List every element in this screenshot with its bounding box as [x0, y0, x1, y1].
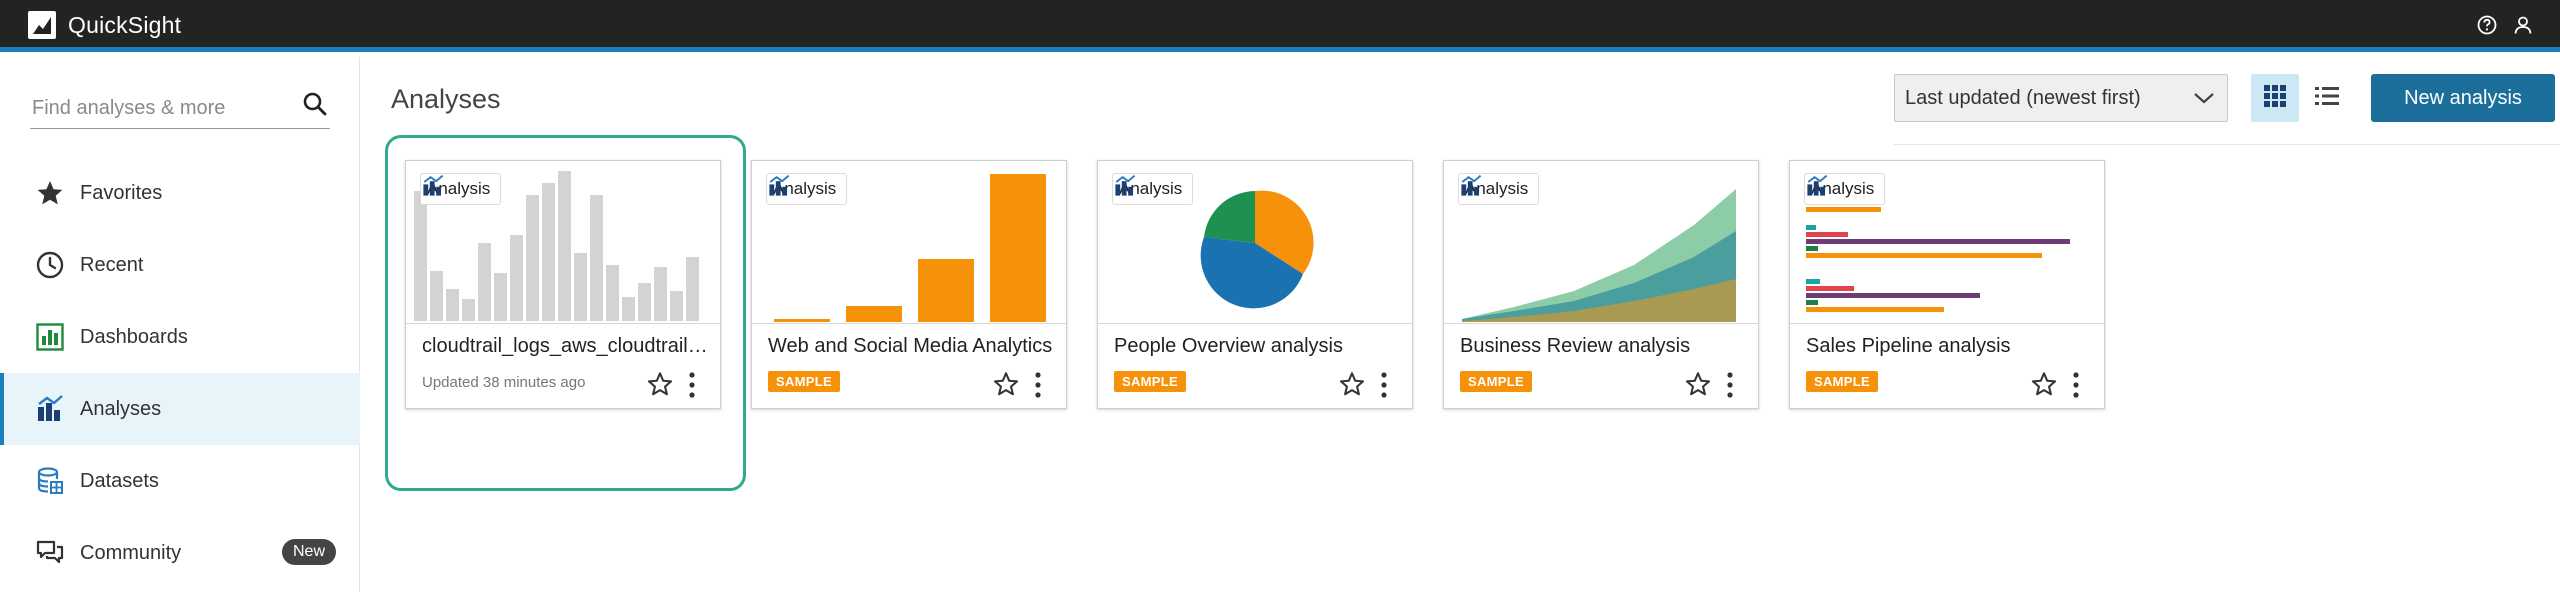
sidebar-item-label: Recent: [80, 253, 144, 276]
topbar-icons: [2476, 14, 2534, 36]
dashboard-icon: [34, 321, 66, 353]
main-content: Analyses Last updated (newest first) New…: [361, 57, 2560, 592]
sidebar: Favorites Recent Dashboards Analyses Dat…: [0, 57, 360, 592]
sample-badge: SAMPLE: [768, 371, 840, 392]
sidebar-item-label: Analyses: [80, 397, 162, 420]
analysis-icon: [1115, 174, 1136, 196]
card-thumbnail[interactable]: Analysis: [752, 161, 1066, 324]
favorite-star-icon[interactable]: [992, 370, 1020, 398]
more-options-icon[interactable]: [2068, 370, 2084, 400]
analysis-icon: [1807, 174, 1828, 196]
more-options-icon[interactable]: [1376, 370, 1392, 400]
new-badge: New: [281, 539, 336, 565]
analysis-icon: [1461, 174, 1482, 196]
sidebar-item-favorites[interactable]: Favorites: [0, 157, 360, 229]
card-title[interactable]: Web and Social Media Analytics: [768, 335, 1054, 358]
star-icon: [34, 177, 66, 209]
sidebar-item-label: Datasets: [80, 469, 159, 492]
clock-icon: [34, 249, 66, 281]
quicksight-logo-icon[interactable]: [28, 11, 56, 39]
grid-view-button[interactable]: [2251, 74, 2299, 122]
analysis-card[interactable]: Analysis Business Review analysis SAMPLE: [1443, 160, 1759, 409]
page-title: Analyses: [391, 84, 501, 114]
sidebar-item-dashboards[interactable]: Dashboards: [0, 301, 360, 373]
app-title[interactable]: QuickSight: [68, 12, 181, 39]
sidebar-item-label: Favorites: [80, 181, 163, 204]
analysis-type-tag: Analysis: [766, 173, 848, 205]
card-title[interactable]: Sales Pipeline analysis: [1806, 335, 2092, 358]
analysis-type-tag: Analysis: [1804, 173, 1886, 205]
top-navigation-bar: QuickSight: [0, 0, 2560, 52]
card-thumbnail[interactable]: Analysis: [406, 161, 720, 324]
sort-select[interactable]: Last updated (newest first): [1894, 74, 2228, 122]
sidebar-item-label: Dashboards: [80, 325, 188, 348]
card-thumbnail[interactable]: Analysis: [1098, 161, 1412, 324]
card-thumbnail[interactable]: Analysis: [1790, 161, 2104, 324]
favorite-star-icon[interactable]: [1338, 370, 1366, 398]
sample-badge: SAMPLE: [1460, 371, 1532, 392]
user-icon[interactable]: [2512, 14, 2534, 36]
search-input[interactable]: [32, 93, 282, 123]
analysis-card[interactable]: Analysis Web and Social Media Analytics …: [751, 160, 1067, 409]
analysis-card[interactable]: Analysis People Overview analysis SAMPLE: [1097, 160, 1413, 409]
more-options-icon[interactable]: [1722, 370, 1738, 400]
list-icon: [2314, 84, 2340, 113]
card-thumbnail[interactable]: Analysis: [1444, 161, 1758, 324]
sidebar-item-recent[interactable]: Recent: [0, 229, 360, 301]
card-title[interactable]: People Overview analysis: [1114, 335, 1400, 358]
analysis-icon: [769, 174, 790, 196]
sample-badge: SAMPLE: [1806, 371, 1878, 392]
search-icon[interactable]: [302, 91, 328, 117]
sort-select-value: Last updated (newest first): [1905, 86, 2141, 109]
analysis-type-tag: Analysis: [1112, 173, 1194, 205]
sidebar-item-label: Community: [80, 541, 182, 564]
community-icon: [34, 537, 66, 569]
sidebar-item-community[interactable]: Community New: [0, 517, 360, 589]
favorite-star-icon[interactable]: [646, 370, 674, 398]
favorite-star-icon[interactable]: [2030, 370, 2058, 398]
analysis-type-tag: Analysis: [420, 173, 502, 205]
toolbar-divider: [1894, 144, 2560, 145]
sample-badge: SAMPLE: [1114, 371, 1186, 392]
analysis-icon: [423, 174, 444, 196]
analysis-type-tag: Analysis: [1458, 173, 1540, 205]
card-title[interactable]: cloudtrail_logs_aws_cloudtrail_logs: [422, 335, 708, 358]
sidebar-nav: Favorites Recent Dashboards Analyses Dat…: [0, 157, 360, 589]
analysis-card[interactable]: Analysis Sales Pipeline analysis SAMPLE: [1789, 160, 2105, 409]
search-box: [30, 85, 330, 129]
sidebar-item-datasets[interactable]: Datasets: [0, 445, 360, 517]
help-icon[interactable]: [2476, 14, 2498, 36]
analysis-card[interactable]: Analysis cloudtrail_logs_aws_cloudtrail_…: [405, 160, 721, 409]
more-options-icon[interactable]: [1030, 370, 1046, 400]
new-analysis-button[interactable]: New analysis: [2371, 74, 2555, 122]
chevron-down-icon: [2193, 89, 2215, 107]
card-title[interactable]: Business Review analysis: [1460, 335, 1746, 358]
favorite-star-icon[interactable]: [1684, 370, 1712, 398]
dataset-icon: [34, 465, 66, 497]
more-options-icon[interactable]: [684, 370, 700, 400]
list-view-button[interactable]: [2303, 74, 2351, 122]
sidebar-item-analyses[interactable]: Analyses: [0, 373, 360, 445]
grid-icon: [2263, 84, 2287, 113]
card-updated-time: Updated 38 minutes ago: [422, 374, 586, 391]
analysis-icon: [34, 393, 66, 425]
